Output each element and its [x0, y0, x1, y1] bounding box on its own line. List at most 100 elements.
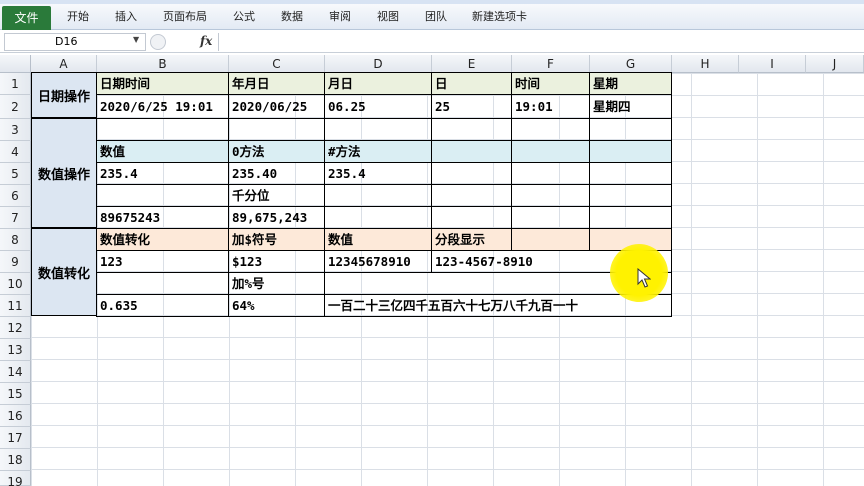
- col-header-h[interactable]: H: [672, 55, 739, 73]
- cell-d1[interactable]: 月日: [324, 72, 432, 95]
- section-label-convert[interactable]: 数值转化: [31, 228, 97, 316]
- row-header[interactable]: 9: [0, 251, 31, 273]
- cell-c3[interactable]: [228, 118, 325, 141]
- cell-g4[interactable]: [589, 140, 672, 163]
- formula-bar-handle[interactable]: [150, 34, 166, 50]
- row-header[interactable]: 16: [0, 405, 31, 427]
- row-header[interactable]: 13: [0, 339, 31, 361]
- cell-f7[interactable]: [511, 206, 590, 229]
- tab-insert[interactable]: 插入: [115, 8, 137, 26]
- tab-file[interactable]: 文件: [2, 6, 51, 30]
- cell-f3[interactable]: [511, 118, 590, 141]
- cell-d7[interactable]: [324, 206, 432, 229]
- cell-f6[interactable]: [511, 184, 590, 207]
- cell-e7[interactable]: [431, 206, 512, 229]
- cell-b10[interactable]: [96, 272, 229, 295]
- cell-b1[interactable]: 日期时间: [96, 72, 229, 95]
- cell-c7[interactable]: 89,675,243: [228, 206, 325, 229]
- cell-f8[interactable]: [511, 228, 590, 251]
- row-header[interactable]: 7: [0, 207, 31, 229]
- cell-b3[interactable]: [96, 118, 229, 141]
- cell-f5[interactable]: [511, 162, 590, 185]
- cell-f1[interactable]: 时间: [511, 72, 590, 95]
- row-header[interactable]: 10: [0, 273, 31, 295]
- cell-d2[interactable]: 06.25: [324, 94, 432, 119]
- cell-b4[interactable]: 数值: [96, 140, 229, 163]
- cell-f4[interactable]: [511, 140, 590, 163]
- cell-g3[interactable]: [589, 118, 672, 141]
- cell-c5[interactable]: 235.40: [228, 162, 325, 185]
- cell-g6[interactable]: [589, 184, 672, 207]
- cell-c1[interactable]: 年月日: [228, 72, 325, 95]
- cell-e3[interactable]: [431, 118, 512, 141]
- tab-formulas[interactable]: 公式: [233, 8, 255, 26]
- cell-c2[interactable]: 2020/06/25: [228, 94, 325, 119]
- cell-e1[interactable]: 日: [431, 72, 512, 95]
- col-header-e[interactable]: E: [432, 55, 512, 73]
- cell-e4[interactable]: [431, 140, 512, 163]
- cell-d3[interactable]: [324, 118, 432, 141]
- row-header[interactable]: 19: [0, 471, 31, 486]
- cell-d9[interactable]: 12345678910: [324, 250, 432, 273]
- section-label-number[interactable]: 数值操作: [31, 118, 97, 228]
- col-header-b[interactable]: B: [97, 55, 229, 73]
- col-header-f[interactable]: F: [512, 55, 590, 73]
- cell-g1[interactable]: 星期: [589, 72, 672, 95]
- row-header[interactable]: 6: [0, 185, 31, 207]
- cell-b5[interactable]: 235.4: [96, 162, 229, 185]
- select-all-corner[interactable]: [0, 55, 31, 73]
- cell-d4[interactable]: #方法: [324, 140, 432, 163]
- cell-d6[interactable]: [324, 184, 432, 207]
- col-header-g[interactable]: G: [590, 55, 672, 73]
- row-header[interactable]: 5: [0, 163, 31, 185]
- cell-d8[interactable]: 数值: [324, 228, 432, 251]
- cell-e8[interactable]: 分段显示: [431, 228, 512, 251]
- cell-c8[interactable]: 加$符号: [228, 228, 325, 251]
- tab-review[interactable]: 审阅: [329, 8, 351, 26]
- cell-c11[interactable]: 64%: [228, 294, 325, 317]
- row-header[interactable]: 18: [0, 449, 31, 471]
- row-header[interactable]: 1: [0, 73, 31, 95]
- row-header[interactable]: 17: [0, 427, 31, 449]
- cell-c6[interactable]: 千分位: [228, 184, 325, 207]
- row-header[interactable]: 4: [0, 141, 31, 163]
- tab-home[interactable]: 开始: [67, 8, 89, 26]
- cell-b2[interactable]: 2020/6/25 19:01: [96, 94, 229, 119]
- tab-page-layout[interactable]: 页面布局: [163, 8, 207, 26]
- row-header[interactable]: 12: [0, 317, 31, 339]
- cell-g5[interactable]: [589, 162, 672, 185]
- cell-c10[interactable]: 加%号: [228, 272, 325, 295]
- col-header-c[interactable]: C: [229, 55, 325, 73]
- section-label-date[interactable]: 日期操作: [31, 72, 97, 118]
- cell-c4[interactable]: 0方法: [228, 140, 325, 163]
- cell-e2[interactable]: 25: [431, 94, 512, 119]
- cell-b11[interactable]: 0.635: [96, 294, 229, 317]
- cell-e6[interactable]: [431, 184, 512, 207]
- row-header[interactable]: 14: [0, 361, 31, 383]
- tab-new-tab[interactable]: 新建选项卡: [472, 8, 527, 26]
- col-header-d[interactable]: D: [325, 55, 432, 73]
- cell-g7[interactable]: [589, 206, 672, 229]
- fx-icon[interactable]: fx: [200, 34, 212, 48]
- cell-g2[interactable]: 星期四: [589, 94, 672, 119]
- cell-c9[interactable]: $123: [228, 250, 325, 273]
- row-header[interactable]: 2: [0, 95, 31, 119]
- cell-e5[interactable]: [431, 162, 512, 185]
- row-header[interactable]: 3: [0, 119, 31, 141]
- tab-team[interactable]: 团队: [425, 8, 447, 26]
- col-header-a[interactable]: A: [31, 55, 97, 73]
- col-header-i[interactable]: I: [739, 55, 806, 73]
- col-header-j[interactable]: J: [806, 55, 864, 73]
- tab-view[interactable]: 视图: [377, 8, 399, 26]
- formula-input[interactable]: [218, 33, 864, 51]
- cell-d11[interactable]: 一百二十三亿四千五百六十七万八千九百一十: [324, 294, 672, 317]
- chevron-down-icon[interactable]: ▼: [133, 35, 139, 44]
- cell-b6[interactable]: [96, 184, 229, 207]
- tab-data[interactable]: 数据: [281, 8, 303, 26]
- name-box[interactable]: D16: [4, 33, 146, 51]
- cell-b7[interactable]: 89675243: [96, 206, 229, 229]
- cell-d5[interactable]: 235.4: [324, 162, 432, 185]
- row-header[interactable]: 11: [0, 295, 31, 317]
- cell-b9[interactable]: 123: [96, 250, 229, 273]
- row-header[interactable]: 8: [0, 229, 31, 251]
